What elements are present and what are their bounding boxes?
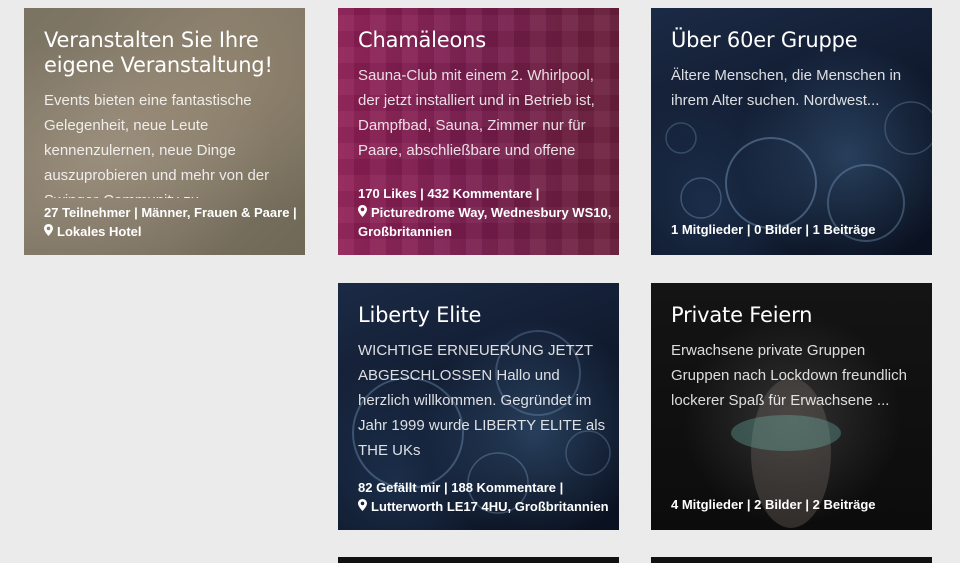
next-card-edge [651,557,932,563]
map-pin-icon [44,222,53,241]
event-card[interactable]: Veranstalten Sie Ihre eigene Veranstaltu… [24,8,305,255]
card-title[interactable]: Private Feiern [671,303,920,328]
map-pin-icon [358,497,367,516]
card-stats: 4 Mitglieder | 2 Bilder | 2 Beiträge [671,497,876,512]
next-card-edge [338,557,619,563]
card-stats: 82 Gefällt mir | 188 Kommentare | [358,480,564,495]
card-title[interactable]: Über 60er Gruppe [671,28,920,53]
group-card[interactable]: Private Feiern Erwachsene private Gruppe… [651,283,932,530]
card-location: Lokales Hotel [44,222,301,241]
card-stats: 170 Likes | 432 Kommentare | [358,186,540,201]
card-title[interactable]: Veranstalten Sie Ihre eigene Veranstaltu… [44,28,293,78]
card-description: Erwachsene private Gruppen Gruppen nach … [671,342,907,409]
group-card[interactable]: Über 60er Gruppe Ältere Menschen, die Me… [651,8,932,255]
card-stats: 27 Teilnehmer | Männer, Frauen & Paare | [44,205,297,220]
location-text: Picturedrome Way, Wednesbury WS10, Großb… [358,205,612,239]
card-description: Sauna-Club mit einem 2. Whirlpool, der j… [358,67,595,159]
card-description: Events bieten eine fantastische Gelegenh… [44,92,270,198]
card-title[interactable]: Liberty Elite [358,303,607,328]
club-card[interactable]: Chamäleons Sauna-Club mit einem 2. Whirl… [338,8,619,255]
card-description: Ältere Menschen, die Menschen in ihrem A… [671,67,902,109]
card-title[interactable]: Chamäleons [358,28,607,53]
map-pin-icon [358,203,367,222]
card-description: WICHTIGE ERNEUERUNG JETZT ABGESCHLOSSEN … [358,342,606,459]
card-location: Lutterworth LE17 4HU, Großbritannien [358,497,615,516]
card-stats: 1 Mitglieder | 0 Bilder | 1 Beiträge [671,222,876,237]
club-card[interactable]: Liberty Elite WICHTIGE ERNEUERUNG JETZT … [338,283,619,530]
location-text: Lokales Hotel [57,224,142,239]
location-text: Lutterworth LE17 4HU, Großbritannien [371,499,609,514]
card-location: Picturedrome Way, Wednesbury WS10, Großb… [358,203,615,241]
